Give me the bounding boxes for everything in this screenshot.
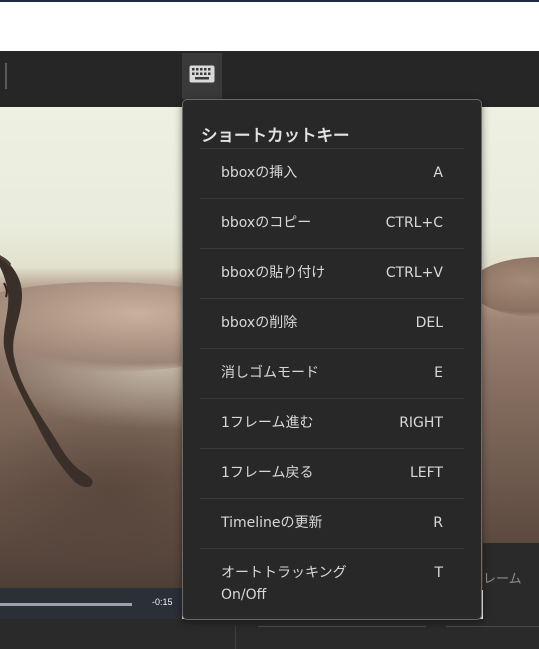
shortcut-key: RIGHT bbox=[399, 415, 443, 431]
shortcut-row-paste-bbox: bboxの貼り付け CTRL+V bbox=[200, 248, 464, 299]
shortcut-label: bboxの挿入 bbox=[221, 165, 298, 181]
shortcut-label: bboxのコピー bbox=[221, 215, 312, 231]
time-remaining: -0:15 bbox=[152, 597, 173, 607]
shortcut-key: T bbox=[434, 565, 443, 581]
shortcut-row-auto-tracking: オートトラッキング On/Off T bbox=[200, 548, 464, 615]
timeline-divider bbox=[235, 626, 236, 649]
shortcut-label: 1フレーム進む bbox=[221, 415, 314, 431]
shortcut-label: 1フレーム戻る bbox=[221, 465, 314, 481]
shortcut-key: R bbox=[433, 515, 443, 531]
shortcut-row-insert-bbox: bboxの挿入 A bbox=[200, 148, 464, 199]
driftwood-branch bbox=[0, 255, 93, 488]
timeline-track bbox=[446, 626, 539, 627]
header-area bbox=[0, 2, 539, 51]
shortcut-key: CTRL+V bbox=[385, 265, 443, 281]
shortcut-keys-popover: ショートカットキー bboxの挿入 A bboxのコピー CTRL+C bbox… bbox=[182, 99, 482, 620]
shortcut-label: Timelineの更新 bbox=[221, 515, 323, 531]
shortcut-row-delete-bbox: bboxの削除 DEL bbox=[200, 298, 464, 349]
toolbar-divider bbox=[5, 63, 7, 89]
shortcut-row-next-frame: 1フレーム進む RIGHT bbox=[200, 398, 464, 449]
shortcut-key: E bbox=[434, 365, 443, 381]
shortcut-label: bboxの貼り付け bbox=[221, 265, 326, 281]
shortcut-key: CTRL+C bbox=[385, 215, 443, 231]
shortcut-row-eraser-mode: 消しゴムモード E bbox=[200, 348, 464, 399]
shortcut-row-copy-bbox: bboxのコピー CTRL+C bbox=[200, 198, 464, 249]
shortcut-row-prev-frame: 1フレーム戻る LEFT bbox=[200, 448, 464, 499]
shortcut-label: bboxの削除 bbox=[221, 315, 298, 331]
timeline-area bbox=[0, 619, 539, 649]
shortcut-key: LEFT bbox=[409, 465, 443, 481]
shortcut-label: 消しゴムモード bbox=[221, 365, 319, 381]
timeline-track bbox=[258, 626, 426, 627]
shortcut-key: A bbox=[433, 165, 443, 181]
keyboard-shortcuts-button[interactable] bbox=[182, 53, 222, 99]
side-panel-label: レーム bbox=[483, 572, 522, 587]
seek-bar[interactable] bbox=[0, 603, 132, 606]
popover-title: ショートカットキー bbox=[201, 126, 350, 145]
shortcut-label: オートトラッキング On/Off bbox=[221, 565, 347, 603]
shortcut-row-refresh-timeline: Timelineの更新 R bbox=[200, 498, 464, 549]
shortcut-key: DEL bbox=[415, 315, 443, 331]
keyboard-icon bbox=[189, 65, 215, 87]
